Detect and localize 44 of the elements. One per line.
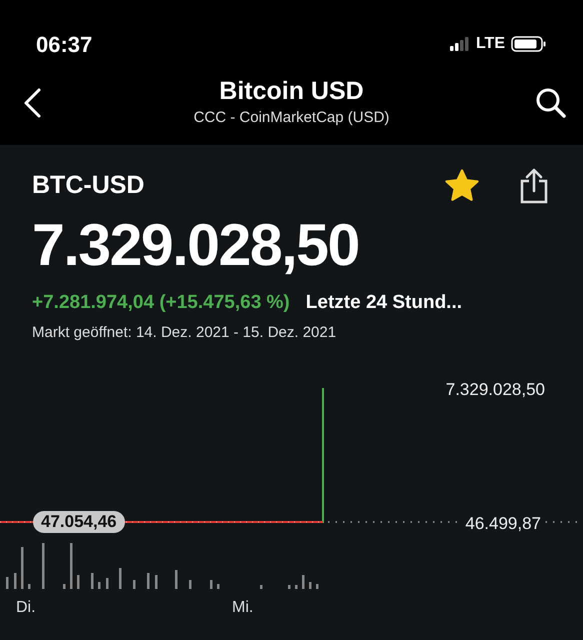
volume-bar [14, 573, 16, 589]
volume-bar [119, 568, 122, 589]
share-icon [519, 168, 549, 204]
network-label: LTE [476, 34, 505, 54]
volume-bar [106, 578, 108, 589]
clock-time: 06:37 [36, 30, 92, 58]
high-price-label: 7.329.028,50 [446, 379, 545, 401]
volume-bar [133, 580, 136, 589]
price-value: 7.329.028,50 [32, 211, 360, 280]
x-axis-label: Di. [16, 598, 36, 618]
period-selector[interactable]: Letzte 24 Stund... [306, 289, 462, 318]
page-subtitle: CCC - CoinMarketCap (USD) [194, 108, 390, 128]
volume-bar [210, 580, 212, 589]
volume-bar [288, 585, 290, 589]
volume-bar [70, 543, 72, 589]
volume-bar [309, 582, 312, 589]
volume-bar [21, 547, 24, 589]
signal-icon [450, 37, 470, 51]
volume-bar [189, 580, 192, 589]
volume-bar [28, 584, 30, 589]
x-axis-label: Mi. [232, 598, 254, 618]
page-title: Bitcoin USD [219, 76, 364, 108]
ticker-symbol: BTC-USD [32, 170, 144, 202]
volume-bar [77, 575, 80, 589]
volume-bar [147, 573, 150, 589]
volume-bar [6, 577, 8, 589]
volume-bar [91, 573, 94, 589]
volume-bar [155, 575, 158, 589]
market-status: Markt geöffnet: 14. Dez. 2021 - 15. Dez. 2021 [32, 322, 338, 342]
volume-bar [175, 570, 178, 589]
volume-bar [295, 585, 298, 589]
volume-bar [98, 582, 100, 589]
volume-bar [42, 543, 44, 589]
volume-bar [302, 575, 304, 589]
volume-bar [63, 584, 66, 589]
volume-bar [260, 585, 262, 589]
star-icon [444, 169, 480, 203]
volume-bar [316, 584, 318, 589]
chevron-left-icon [22, 86, 42, 118]
search-icon [535, 86, 567, 118]
volume-bar [217, 584, 220, 589]
battery-icon [511, 36, 547, 52]
start-price-badge: 47.054,46 [33, 511, 125, 533]
price-change: +7.281.974,04 (+15.475,63 %) [32, 291, 290, 315]
